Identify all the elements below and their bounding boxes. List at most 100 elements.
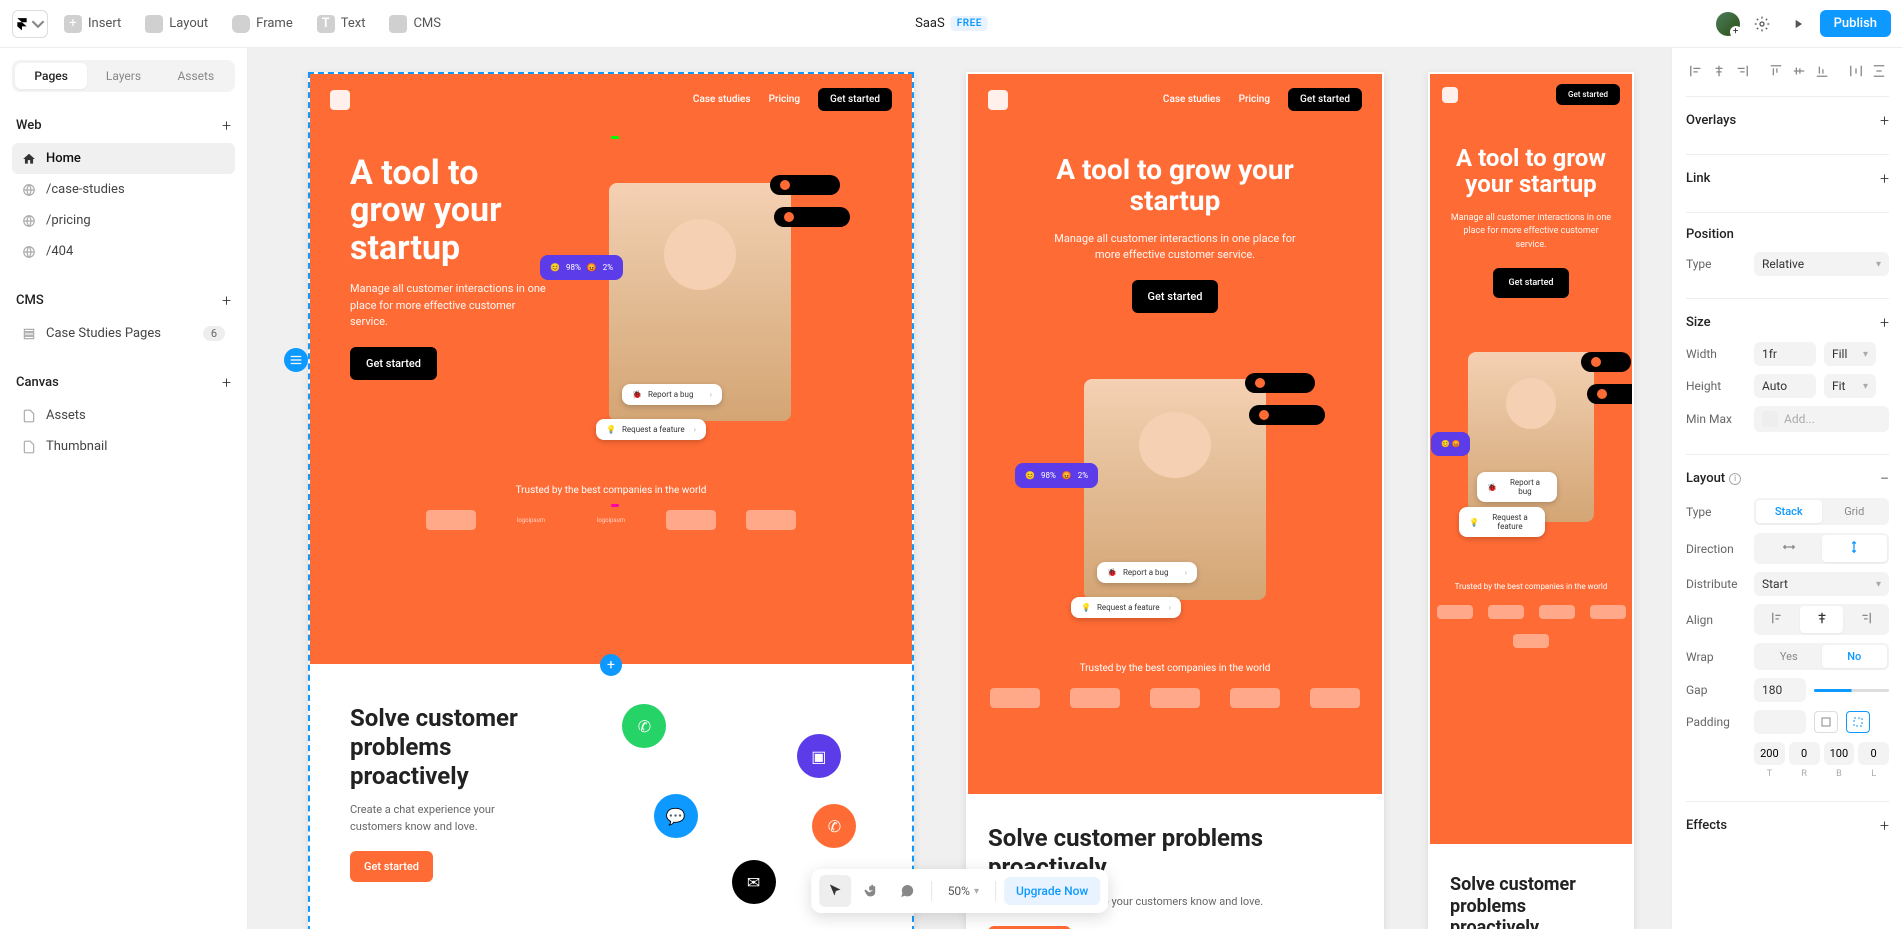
cms-tool[interactable]: CMS — [381, 11, 449, 37]
nav-cta[interactable]: Get started — [1288, 88, 1362, 111]
add-link-button[interactable]: + — [1880, 169, 1889, 188]
zoom-select[interactable]: 50% ▾ — [940, 880, 987, 902]
breakpoint-badge[interactable] — [284, 348, 308, 372]
padding-toggle-button[interactable] — [1814, 711, 1838, 733]
nav-links: Case studies Pricing Get started — [693, 88, 892, 111]
nav-pricing[interactable]: Pricing — [769, 94, 800, 105]
position-type-select[interactable]: Relative▾ — [1754, 252, 1889, 276]
alignment-controls — [1686, 60, 1889, 82]
hero-cta[interactable]: Get started — [1132, 280, 1219, 313]
cursor-tool[interactable] — [819, 875, 851, 907]
align-right-button[interactable] — [1732, 60, 1752, 82]
add-overlay-button[interactable]: + — [1880, 111, 1889, 130]
add-effect-button[interactable]: + — [1880, 816, 1889, 835]
hero-cta[interactable]: Get started — [1493, 268, 1570, 298]
height-mode-select[interactable]: Fit▾ — [1824, 374, 1876, 398]
page-404[interactable]: /404 — [12, 236, 235, 267]
align-top-button[interactable] — [1766, 60, 1786, 82]
distribute-h-icon — [1849, 64, 1863, 78]
canvas[interactable]: Case studies Pricing Get started A tool … — [248, 48, 1671, 929]
hero-section[interactable]: Case studies Pricing Get started A tool … — [310, 74, 912, 664]
info-icon[interactable]: i — [1729, 473, 1741, 485]
project-title-area[interactable]: SaaS FREE — [915, 16, 988, 31]
wrap-yes[interactable]: Yes — [1756, 645, 1822, 668]
align-bottom-button[interactable] — [1812, 60, 1832, 82]
sides-icon — [1820, 716, 1832, 728]
nav-pricing[interactable]: Pricing — [1239, 94, 1270, 105]
hero-cta[interactable]: Get started — [350, 347, 437, 380]
pad-top[interactable] — [1754, 742, 1785, 765]
user-avatar[interactable] — [1716, 12, 1740, 36]
direction-vertical[interactable] — [1822, 535, 1888, 562]
pad-right[interactable] — [1789, 742, 1820, 765]
app-menu-button[interactable] — [12, 10, 48, 38]
padding-per-side-button[interactable] — [1846, 711, 1870, 733]
add-canvas-button[interactable]: + — [222, 373, 231, 392]
hero-section[interactable]: Get started A tool to grow your startup … — [1430, 74, 1632, 844]
nav-case-studies[interactable]: Case studies — [1163, 94, 1221, 105]
align-center-h-button[interactable] — [1709, 60, 1729, 82]
align-left-button[interactable] — [1686, 60, 1706, 82]
align-start-icon — [1771, 611, 1785, 625]
minmax-input[interactable]: Add... — [1754, 406, 1889, 432]
tab-layers[interactable]: Layers — [87, 63, 159, 89]
hero-section[interactable]: Case studies Pricing Get started A tool … — [968, 74, 1382, 794]
stack-button[interactable]: Stack — [1756, 500, 1822, 523]
cms-case-studies[interactable]: Case Studies Pages 6 — [12, 318, 235, 349]
distribute-select[interactable]: Start▾ — [1754, 572, 1889, 596]
solve-text: Solve customer problems proactively Crea… — [350, 704, 530, 904]
width-input[interactable] — [1754, 342, 1816, 366]
align-end[interactable] — [1843, 606, 1887, 633]
canvas-thumbnail-label: Thumbnail — [46, 439, 107, 454]
frame-tablet[interactable]: Case studies Pricing Get started A tool … — [966, 72, 1384, 929]
frame-desktop[interactable]: Case studies Pricing Get started A tool … — [308, 72, 914, 929]
page-home[interactable]: Home — [12, 143, 235, 174]
nav-case-studies[interactable]: Case studies — [693, 94, 751, 105]
nav-cta[interactable]: Get started — [1556, 84, 1620, 105]
width-mode-select[interactable]: Fill▾ — [1824, 342, 1876, 366]
distribute-v-button[interactable] — [1869, 60, 1889, 82]
align-center-v-button[interactable] — [1789, 60, 1809, 82]
tab-assets[interactable]: Assets — [160, 63, 232, 89]
insert-tool[interactable]: +Insert — [56, 11, 129, 37]
grid-button[interactable]: Grid — [1822, 500, 1888, 523]
gap-input[interactable] — [1754, 678, 1806, 702]
direction-horizontal[interactable] — [1756, 535, 1822, 562]
distribute-h-button[interactable] — [1846, 60, 1866, 82]
hand-tool[interactable] — [855, 875, 887, 907]
solve-cta[interactable]: Get started — [350, 851, 433, 882]
add-page-button[interactable]: + — [222, 116, 231, 135]
page-pricing[interactable]: /pricing — [12, 205, 235, 236]
brand-logo[interactable] — [330, 90, 350, 110]
publish-button[interactable]: Publish — [1820, 10, 1891, 37]
align-start[interactable] — [1756, 606, 1800, 633]
add-cms-button[interactable]: + — [222, 291, 231, 310]
layout-tool[interactable]: Layout — [137, 11, 216, 37]
height-input[interactable] — [1754, 374, 1816, 398]
comment-tool[interactable] — [891, 875, 923, 907]
tab-pages[interactable]: Pages — [15, 63, 87, 89]
web-section-header: Web + — [12, 108, 235, 143]
frame-tool[interactable]: Frame — [224, 11, 301, 37]
pad-bottom[interactable] — [1824, 742, 1855, 765]
preview-button[interactable] — [1784, 10, 1812, 38]
text-tool[interactable]: TText — [309, 11, 374, 37]
gap-slider[interactable] — [1814, 689, 1889, 692]
align-center[interactable] — [1800, 606, 1844, 633]
frame-mobile[interactable]: Get started A tool to grow your startup … — [1428, 72, 1634, 929]
pad-left[interactable] — [1858, 742, 1889, 765]
add-section-button[interactable]: + — [600, 654, 622, 676]
brand-logo[interactable] — [1442, 87, 1458, 103]
add-size-button[interactable]: + — [1880, 313, 1889, 332]
wrap-no[interactable]: No — [1822, 645, 1888, 668]
solve-section[interactable]: Solve customer problems proactively Crea… — [1430, 844, 1632, 929]
upgrade-button[interactable]: Upgrade Now — [1004, 877, 1100, 905]
padding-uniform-input[interactable] — [1754, 710, 1806, 734]
canvas-thumbnail[interactable]: Thumbnail — [12, 431, 235, 462]
remove-layout-button[interactable]: − — [1880, 469, 1889, 488]
page-case-studies[interactable]: /case-studies — [12, 174, 235, 205]
canvas-assets[interactable]: Assets — [12, 400, 235, 431]
nav-cta[interactable]: Get started — [818, 88, 892, 111]
brand-logo[interactable] — [988, 90, 1008, 110]
settings-button[interactable] — [1748, 10, 1776, 38]
